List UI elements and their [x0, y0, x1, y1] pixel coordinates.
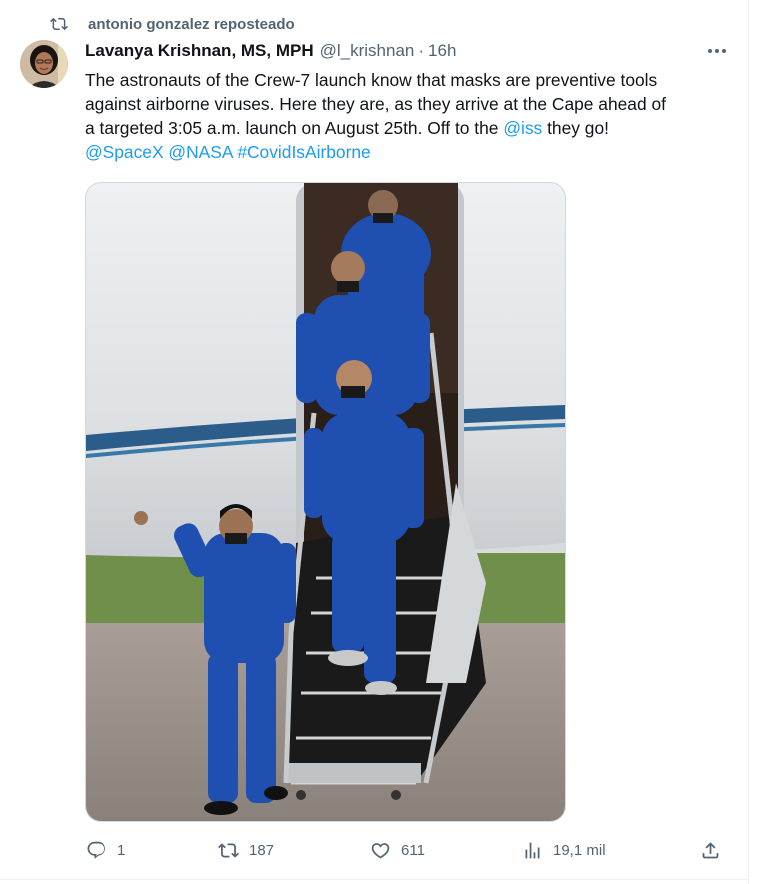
author-name[interactable]: Lavanya Krishnan, MS, MPH [85, 41, 314, 61]
text-line-1: The astronauts of the Crew-7 launch know… [85, 70, 658, 90]
separator-dot: · [418, 41, 425, 60]
divider [0, 879, 748, 880]
photo-illustration [86, 183, 565, 821]
text-line-4: @SpaceX @NASA #CovidIsAirborne [85, 140, 735, 164]
reply-button[interactable]: 1 [86, 838, 125, 862]
text-line-3-start: a targeted 3:05 a.m. launch on August 25… [85, 118, 504, 138]
more-icon [708, 49, 726, 53]
repost-icon [50, 17, 68, 31]
repost-button[interactable]: 187 [218, 838, 274, 862]
like-button[interactable]: 611 [370, 838, 425, 862]
share-icon [702, 841, 719, 858]
hashtag-link[interactable]: #CovidIsAirborne [237, 142, 370, 162]
repost-label[interactable]: antonio gonzalez reposteado [88, 16, 295, 33]
text-line-3-end: they go! [542, 118, 609, 138]
tweet-photo[interactable] [85, 182, 566, 822]
mention-nasa[interactable]: @NASA [168, 142, 232, 162]
action-bar: 1 187 611 19,1 mil [0, 838, 748, 862]
tweet-text: The astronauts of the Crew-7 launch know… [85, 68, 735, 164]
views-count: 19,1 mil [553, 841, 606, 859]
repost-count: 187 [249, 841, 275, 859]
mention-iss[interactable]: @iss [503, 118, 542, 138]
share-button[interactable] [700, 838, 721, 862]
text-line-2: against airborne viruses. Here they are,… [85, 94, 666, 114]
tweet-header: Lavanya Krishnan, MS, MPH @l_krishnan · … [85, 40, 456, 62]
like-count: 611 [401, 841, 425, 859]
mention-spacex[interactable]: @SpaceX [85, 142, 164, 162]
repost-indicator [50, 14, 68, 34]
repost-icon [218, 842, 239, 858]
timestamp[interactable]: 16h [428, 41, 456, 61]
more-button[interactable] [706, 44, 728, 58]
views-icon [525, 842, 540, 858]
reply-count: 1 [117, 841, 126, 859]
text-line-3: a targeted 3:05 a.m. launch on August 25… [85, 116, 735, 140]
like-icon [371, 842, 390, 859]
avatar[interactable] [20, 40, 68, 88]
author-handle[interactable]: @l_krishnan [320, 41, 415, 61]
views-button[interactable]: 19,1 mil [522, 838, 606, 862]
reply-icon [87, 841, 105, 859]
